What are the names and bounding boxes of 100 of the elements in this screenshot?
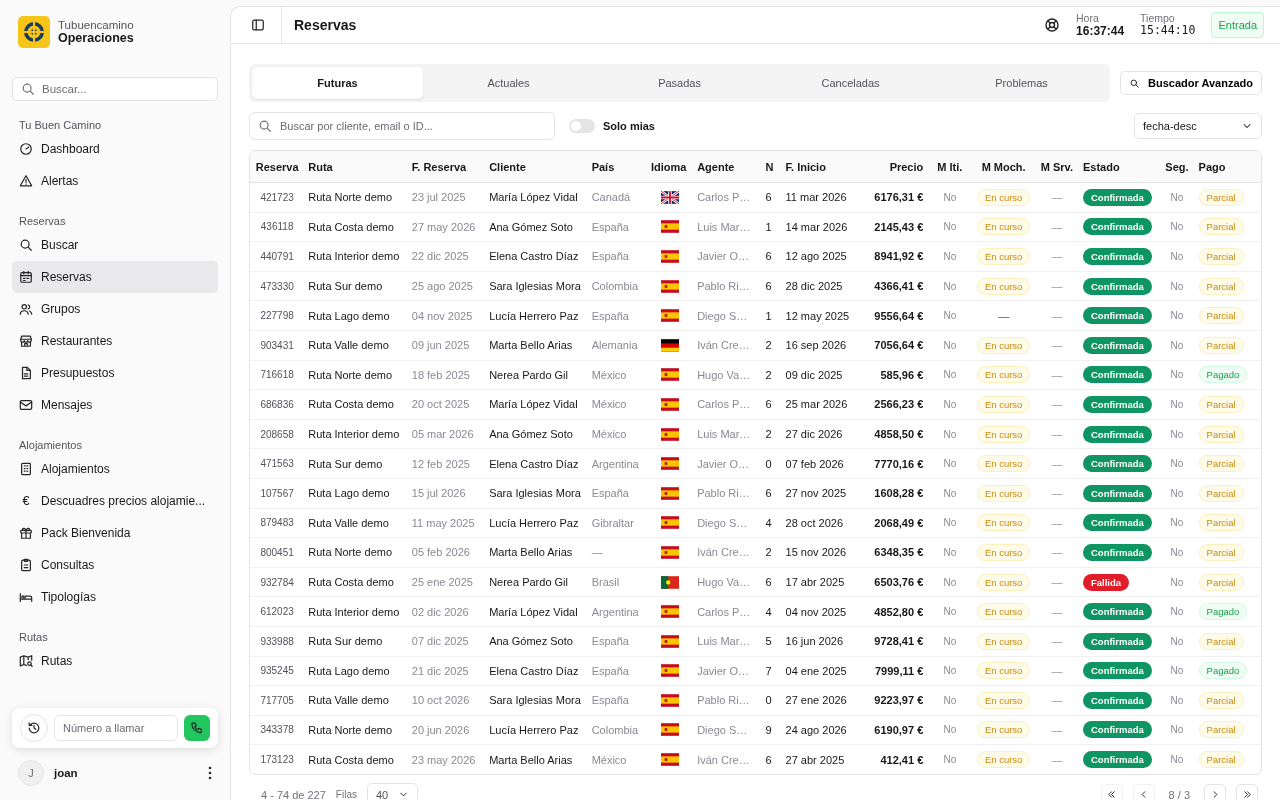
status-badge: Confirmada xyxy=(1083,336,1152,354)
sidebar-item[interactable]: € Descuadres precios alojamie... xyxy=(12,485,218,517)
sidebar-item[interactable]: Buscar xyxy=(12,229,218,261)
rows-select[interactable]: 40 xyxy=(366,782,419,800)
column-header[interactable]: Pago xyxy=(1198,160,1226,173)
tab[interactable]: Pasadas xyxy=(594,67,766,99)
clock-value: 16:37:44 xyxy=(1076,24,1125,39)
route-name: Ruta Valle demo xyxy=(308,516,389,529)
payment-badge: Parcial xyxy=(1198,632,1244,650)
booking-date: 15 jul 2026 xyxy=(411,487,466,500)
booking-id: 107567 xyxy=(260,487,294,499)
document-icon xyxy=(19,366,33,380)
page-indicator: 8 / 3 xyxy=(1167,788,1191,800)
history-button[interactable] xyxy=(20,714,48,742)
sidebar-item[interactable]: Grupos xyxy=(12,293,218,325)
start-date: 28 oct 2026 xyxy=(785,516,844,529)
booking-date: 07 dic 2025 xyxy=(411,635,469,648)
price: 1608,28 € xyxy=(874,487,924,500)
status-badge: Confirmada xyxy=(1083,307,1152,325)
more-icon[interactable] xyxy=(208,766,212,780)
result-range: 4 - 74 de 227 xyxy=(261,788,326,800)
agent-name: Iván Cre… xyxy=(697,753,750,766)
service-value: — xyxy=(1051,635,1063,648)
start-date: 25 mar 2026 xyxy=(785,398,848,411)
tab[interactable]: Canceladas xyxy=(765,67,937,99)
flag-icon xyxy=(661,427,680,441)
booking-id: 173123 xyxy=(260,754,294,766)
sidebar-item[interactable]: Alojamientos xyxy=(12,453,218,485)
agent-name: Diego S… xyxy=(697,309,748,322)
column-header[interactable]: N xyxy=(765,160,774,173)
column-header[interactable]: País xyxy=(591,160,615,173)
traveller-count: 5 xyxy=(765,635,772,648)
toggle-switch[interactable] xyxy=(569,119,595,133)
booking-id: 440791 xyxy=(260,251,294,262)
column-header[interactable]: Ruta xyxy=(308,160,333,173)
booking-date: 20 jun 2026 xyxy=(411,724,470,736)
column-header[interactable]: Precio xyxy=(889,160,924,173)
clock-label: Tiempo xyxy=(1140,11,1176,25)
booking-date: 18 feb 2025 xyxy=(411,368,470,381)
sidebar-item[interactable]: Pack Bienvenida xyxy=(12,517,218,549)
payment-badge: Parcial xyxy=(1198,573,1244,591)
price: 2068,49 € xyxy=(874,516,924,529)
country-name: México xyxy=(591,368,627,381)
insurance-value: No xyxy=(1170,191,1184,203)
route-name: Ruta Costa demo xyxy=(308,220,394,233)
phone-number-field[interactable]: Número a llamar xyxy=(54,715,178,741)
traveller-count: 2 xyxy=(765,546,772,559)
flag-icon xyxy=(661,368,680,382)
itinerary-value: No xyxy=(943,280,957,292)
start-date: 27 dic 2026 xyxy=(785,428,843,441)
traveller-count: 6 xyxy=(765,576,772,588)
agent-name: Javier O… xyxy=(697,664,750,677)
price: 4366,41 € xyxy=(874,280,924,293)
insurance-value: No xyxy=(1170,576,1184,588)
column-header[interactable]: Estado xyxy=(1083,160,1120,173)
advanced-search-button[interactable]: Buscador Avanzado xyxy=(1120,71,1262,95)
insurance-value: No xyxy=(1170,280,1184,292)
sidebar-item[interactable]: Reservas xyxy=(12,261,218,293)
sidebar-item[interactable]: Consultas xyxy=(12,549,218,581)
itinerary-value: No xyxy=(943,606,957,618)
first-page-button[interactable] xyxy=(1100,783,1123,800)
double-chevron-right-icon xyxy=(1241,789,1253,800)
client-name: María López Vidal xyxy=(489,605,578,618)
insurance-value: No xyxy=(1170,221,1184,233)
flag-icon xyxy=(661,545,680,559)
payment-badge: Parcial xyxy=(1198,425,1244,443)
sidebar-item[interactable]: Presupuestos xyxy=(12,357,218,389)
booking-id: 879483 xyxy=(260,517,294,529)
tab[interactable]: Problemas xyxy=(936,67,1108,99)
traveller-count: 1 xyxy=(765,309,772,322)
section-title: Reservas xyxy=(18,215,67,227)
sidebar-item[interactable]: Rutas xyxy=(12,645,218,677)
payment-badge: Parcial xyxy=(1198,218,1244,236)
search-field[interactable]: Buscar... xyxy=(12,77,218,101)
client-name: Lucía Herrero Paz xyxy=(489,724,579,736)
sort-select[interactable]: fecha-desc xyxy=(1134,113,1262,139)
route-name: Ruta Sur demo xyxy=(308,280,383,293)
sidebar-item[interactable]: Tipologías xyxy=(12,581,218,613)
traveller-count: 2 xyxy=(765,339,772,352)
last-page-button[interactable] xyxy=(1236,783,1258,800)
booking-id: 471563 xyxy=(260,458,294,470)
sidebar-item[interactable]: Mensajes xyxy=(12,389,218,421)
sidebar-item[interactable]: Alertas xyxy=(12,165,218,197)
tab[interactable]: Actuales xyxy=(423,67,595,99)
column-header[interactable]: Cliente xyxy=(489,160,526,173)
payment-badge: Parcial xyxy=(1198,691,1244,709)
toggle-label: Solo mias xyxy=(603,120,655,132)
client-name: María López Vidal xyxy=(489,191,578,204)
traveller-count: 7 xyxy=(765,664,772,677)
tab[interactable]: Futuras xyxy=(252,67,423,99)
call-button[interactable] xyxy=(184,715,210,741)
search-field[interactable]: Buscar por cliente, email o ID... xyxy=(249,112,555,140)
country-name: Alemania xyxy=(591,339,638,352)
insurance-value: No xyxy=(1170,310,1184,322)
start-date: 04 nov 2025 xyxy=(785,605,847,618)
booking-date: 25 ago 2025 xyxy=(411,280,473,293)
sidebar-item[interactable]: Restaurantes xyxy=(12,325,218,357)
flag-icon xyxy=(661,338,680,352)
start-date: 09 dic 2025 xyxy=(785,368,843,381)
sidebar-item[interactable]: Dashboard xyxy=(12,133,218,165)
